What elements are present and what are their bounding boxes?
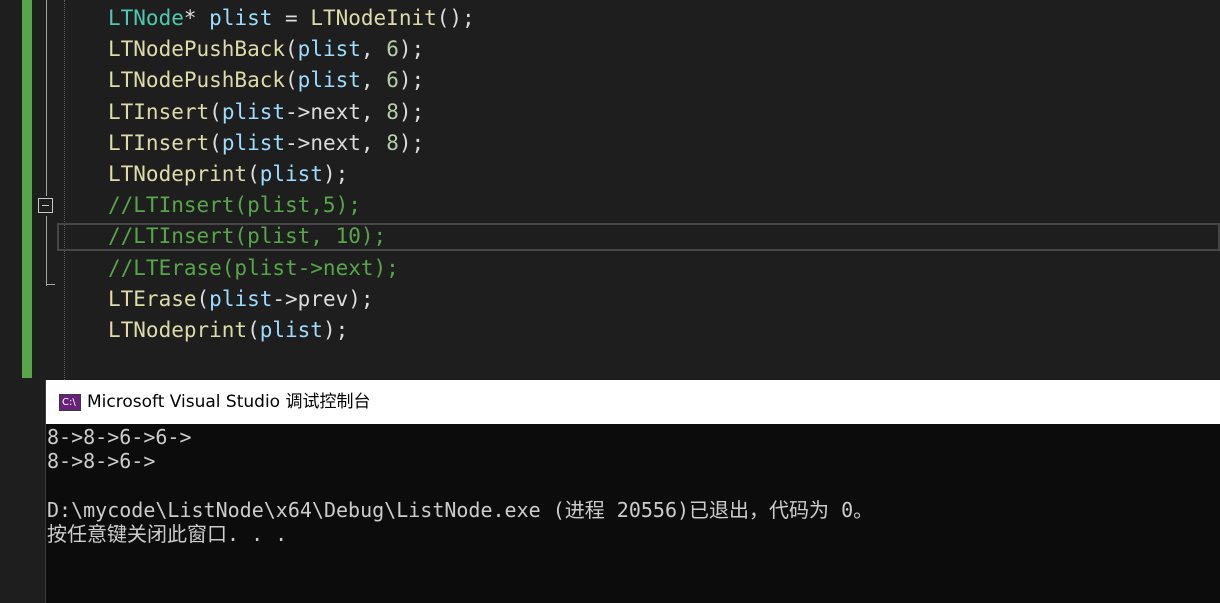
code-token: (: [247, 318, 260, 342]
code-token: (: [285, 68, 298, 92]
code-token: plist: [209, 6, 273, 30]
editor-gutter: [0, 0, 22, 380]
code-token: ,: [360, 68, 387, 92]
code-token: plist: [259, 162, 323, 186]
code-token: );: [398, 37, 425, 61]
code-token: 6: [386, 37, 399, 61]
code-line[interactable]: LTNodeprint(plist);: [108, 315, 348, 346]
code-token: //LTInsert(plist, 10);: [108, 224, 387, 248]
code-token: LTErase: [108, 287, 197, 311]
code-token: LTNode: [108, 6, 184, 30]
outline-guide-end: [46, 284, 55, 285]
code-line[interactable]: LTNodePushBack(plist, 6);: [108, 65, 424, 96]
code-line[interactable]: LTNode* plist = LTNodeInit();: [108, 3, 475, 34]
code-line[interactable]: LTErase(plist->prev);: [108, 284, 374, 315]
code-token: (: [209, 100, 222, 124]
indent-guide: [64, 0, 65, 380]
console-output-line: 8->8->6->6->: [47, 425, 192, 449]
code-token: 6: [386, 68, 399, 92]
code-token: =: [272, 6, 311, 30]
code-token: //LTInsert(plist,5);: [108, 193, 361, 217]
code-token: *: [183, 6, 210, 30]
code-line[interactable]: LTInsert(plist->next, 8);: [108, 97, 424, 128]
code-token: );: [322, 162, 349, 186]
outline-guide-lower: [46, 216, 47, 286]
console-output-line: 按任意键关闭此窗口. . .: [47, 522, 288, 546]
code-token: LTNodePushBack: [108, 37, 286, 61]
console-icon-label: C:\: [62, 397, 76, 408]
code-line[interactable]: //LTInsert(plist,5);: [108, 190, 361, 221]
console-titlebar[interactable]: C:\ Microsoft Visual Studio 调试控制台: [46, 380, 1220, 424]
code-token: (: [209, 131, 222, 155]
code-token: //LTErase(plist->next);: [108, 256, 399, 280]
console-app-icon: C:\: [59, 394, 81, 411]
outline-guide: [46, 0, 47, 196]
console-output[interactable]: 8->8->6->6-> 8->8->6-> D:\mycode\ListNod…: [46, 425, 1220, 603]
collapse-toggle-icon[interactable]: [38, 198, 53, 213]
code-token: );: [398, 100, 425, 124]
code-line[interactable]: //LTErase(plist->next);: [108, 253, 399, 284]
code-token: LTInsert: [108, 100, 210, 124]
code-token: (: [196, 287, 210, 311]
code-token: LTNodeprint: [108, 318, 248, 342]
code-editor[interactable]: LTNode* plist = LTNodeInit(); LTNodePushB…: [0, 0, 1220, 380]
code-line[interactable]: LTNodePushBack(plist, 6);: [108, 34, 424, 65]
code-line[interactable]: LTInsert(plist->next, 8);: [108, 128, 424, 159]
console-title: Microsoft Visual Studio 调试控制台: [87, 392, 371, 412]
console-output-line: D:\mycode\ListNode\x64\Debug\ListNode.ex…: [47, 498, 874, 522]
code-token: LTNodePushBack: [108, 68, 286, 92]
debug-console-window[interactable]: C:\ Microsoft Visual Studio 调试控制台 8->8->…: [45, 380, 1220, 603]
code-token: );: [398, 131, 425, 155]
code-token: plist: [209, 287, 273, 311]
code-token: 8: [386, 100, 399, 124]
code-token: ->next,: [285, 100, 387, 124]
code-token: );: [398, 68, 425, 92]
code-line[interactable]: LTNodeprint(plist);: [108, 159, 348, 190]
console-output-line: 8->8->6->: [47, 449, 156, 473]
code-token: plist: [259, 318, 323, 342]
code-token: ,: [360, 37, 387, 61]
code-token: LTNodeInit: [310, 6, 437, 30]
code-token: (: [247, 162, 260, 186]
code-token: LTNodeprint: [108, 162, 248, 186]
code-token: ->prev);: [272, 287, 374, 311]
code-token: 8: [386, 131, 399, 155]
code-token: LTInsert: [108, 131, 210, 155]
code-token: plist: [297, 68, 361, 92]
change-tracking-bar: [22, 0, 32, 378]
code-token: plist: [297, 37, 361, 61]
code-token: plist: [221, 100, 286, 124]
code-line[interactable]: //LTInsert(plist, 10);: [108, 221, 386, 252]
code-token: (: [285, 37, 298, 61]
code-token: );: [322, 318, 349, 342]
code-token: plist: [221, 131, 286, 155]
code-token: ();: [436, 6, 475, 30]
code-token: ->next,: [285, 131, 387, 155]
